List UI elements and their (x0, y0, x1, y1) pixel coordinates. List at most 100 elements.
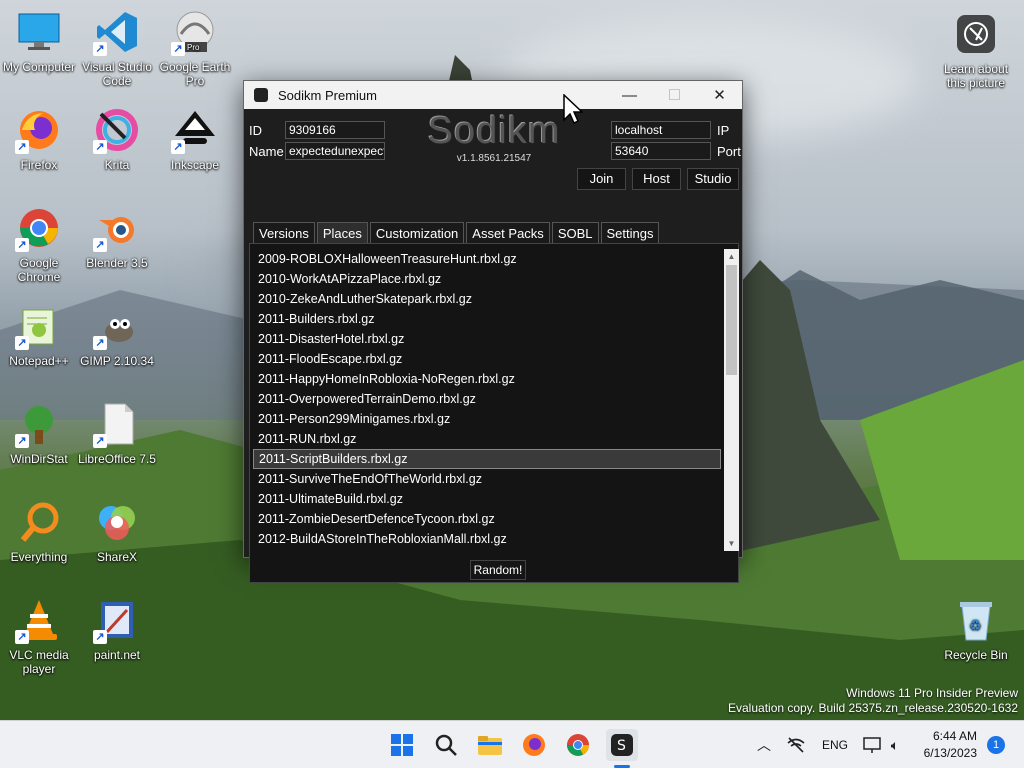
list-item[interactable]: 2011-ZombieDesertDefenceTycoon.rbxl.gz (253, 509, 721, 529)
list-item[interactable]: 2011-OverpoweredTerrainDemo.rbxl.gz (253, 389, 721, 409)
ip-label: IP (717, 123, 730, 138)
svg-text:♻: ♻ (969, 618, 982, 634)
clock-date[interactable]: 6/13/2023 (915, 746, 977, 760)
speaker-icon: 🔈︎ (890, 736, 900, 753)
shortcut-arrow-icon: ↗ (171, 42, 185, 56)
list-item[interactable]: 2011-Builders.rbxl.gz (253, 309, 721, 329)
show-hidden-icons-button[interactable]: ︿ (752, 729, 776, 761)
list-item[interactable]: 2010-WorkAtAPizzaPlace.rbxl.gz (253, 269, 721, 289)
list-item[interactable]: 2010-ZekeAndLutherSkatepark.rbxl.gz (253, 289, 721, 309)
list-item[interactable]: 2011-FloodEscape.rbxl.gz (253, 349, 721, 369)
desktop-icon-inkscape[interactable]: ↗ Inkscape (156, 106, 234, 172)
ip-field[interactable]: localhost (611, 121, 711, 139)
close-button[interactable]: ✕ (697, 81, 742, 109)
everything-icon (15, 498, 63, 546)
id-label: ID (249, 123, 262, 138)
notification-badge[interactable]: 1 (987, 736, 1005, 754)
desktop-icon-gimp[interactable]: ↗ GIMP 2.10.34 (78, 302, 156, 368)
taskbar: S ︿ ENG 🔈︎ 6:44 AM 6/13/2023 1 (0, 720, 1024, 768)
studio-button[interactable]: Studio (687, 168, 739, 190)
monitor-icon (863, 737, 881, 753)
list-item[interactable]: 2011-SurviveTheEndOfTheWorld.rbxl.gz (253, 469, 721, 489)
desktop-icon-windirstat[interactable]: ↗ WinDirStat (0, 400, 78, 466)
shortcut-arrow-icon: ↗ (15, 630, 29, 644)
scroll-down-icon[interactable]: ▼ (724, 536, 739, 551)
list-item[interactable]: 2011-HappyHomeInRobloxia-NoRegen.rbxl.gz (253, 369, 721, 389)
learn-about-picture[interactable]: Learn about this picture (936, 10, 1016, 90)
desktop-icon-chrome[interactable]: ↗ Google Chrome (0, 204, 78, 284)
sodikm-logo: Sodikm (427, 110, 561, 152)
taskbar-firefox[interactable] (518, 729, 550, 761)
title-bar[interactable]: Sodikm Premium — ☐ ✕ (244, 81, 742, 109)
chevron-up-icon: ︿ (757, 737, 771, 753)
tab-customization[interactable]: Customization (369, 222, 465, 244)
tab-asset-packs[interactable]: Asset Packs (466, 222, 550, 244)
random-button[interactable]: Random! (470, 560, 526, 580)
tab-versions[interactable]: Versions (253, 222, 315, 244)
list-item[interactable]: 2011-UltimateBuild.rbxl.gz (253, 489, 721, 509)
scroll-thumb[interactable] (726, 265, 737, 375)
host-button[interactable]: Host (632, 168, 681, 190)
desktop-icon-libreoffice[interactable]: ↗ LibreOffice 7.5 (78, 400, 156, 466)
taskbar-file-explorer[interactable] (474, 729, 506, 761)
list-item[interactable]: 2009-ROBLOXHalloweenTreasureHunt.rbxl.gz (253, 249, 721, 269)
tab-sobl[interactable]: SOBL (551, 222, 599, 244)
list-item[interactable]: 2012-BuildAStoreInTheRobloxianMall.rbxl.… (253, 529, 721, 549)
places-scrollbar[interactable]: ▲ ▼ (724, 249, 739, 551)
svg-text:S: S (617, 738, 626, 754)
start-button[interactable] (386, 729, 418, 761)
notepadpp-icon: ↗ (15, 302, 63, 350)
krita-icon: ↗ (93, 106, 141, 154)
window-content: ID 9309166 Name expectedunexpect Sodikm … (244, 110, 742, 583)
id-field[interactable]: 9309166 (285, 121, 385, 139)
watermark-line2: Evaluation copy. Build 25375.zn_release.… (728, 701, 1018, 715)
firefox-icon (523, 734, 545, 756)
list-item[interactable]: 2011-DisasterHotel.rbxl.gz (253, 329, 721, 349)
volume-status[interactable]: 🔈︎ (884, 729, 906, 761)
list-item[interactable]: 2011-Person299Minigames.rbxl.gz (253, 409, 721, 429)
desktop-icon-google-earth[interactable]: Pro ↗ Google Earth Pro (156, 8, 234, 88)
minimize-button[interactable]: — (607, 81, 652, 109)
tab-settings[interactable]: Settings (600, 222, 660, 244)
join-button[interactable]: Join (577, 168, 626, 190)
taskbar-sodikm[interactable]: S (606, 729, 638, 761)
shortcut-arrow-icon: ↗ (93, 630, 107, 644)
desktop-icon-firefox[interactable]: ↗ Firefox (0, 106, 78, 172)
tab-bar: Versions Places Customization Asset Pack… (253, 222, 661, 244)
minimize-icon: — (622, 86, 637, 104)
list-item[interactable]: 2011-RUN.rbxl.gz (253, 429, 721, 449)
scroll-up-icon[interactable]: ▲ (724, 249, 739, 264)
desktop-icon-recycle-bin[interactable]: ♻ Recycle Bin (936, 596, 1016, 662)
clock-time[interactable]: 6:44 AM (921, 729, 977, 743)
mouse-cursor-icon (563, 94, 583, 124)
display-status[interactable] (860, 729, 884, 761)
desktop-icon-notepadpp[interactable]: ↗ Notepad++ (0, 302, 78, 368)
maximize-button[interactable]: ☐ (652, 81, 697, 109)
libreoffice-icon: ↗ (93, 400, 141, 448)
desktop-icon-my-computer[interactable]: My Computer (0, 8, 78, 74)
network-status[interactable] (784, 729, 808, 761)
desktop-icon-paintnet[interactable]: ↗ paint.net (78, 596, 156, 662)
watermark-line1: Windows 11 Pro Insider Preview (846, 686, 1018, 700)
firefox-icon: ↗ (15, 106, 63, 154)
chrome-icon: ↗ (15, 204, 63, 252)
shortcut-arrow-icon: ↗ (93, 434, 107, 448)
port-field[interactable]: 53640 (611, 142, 711, 160)
desktop-icon-everything[interactable]: Everything (0, 498, 78, 564)
taskbar-chrome[interactable] (562, 729, 594, 761)
language-indicator[interactable]: ENG (822, 738, 848, 752)
desktop-icon-krita[interactable]: ↗ Krita (78, 106, 156, 172)
tab-places[interactable]: Places (316, 222, 368, 244)
sodikm-app-icon: S (611, 734, 633, 756)
list-item-selected[interactable]: 2011-ScriptBuilders.rbxl.gz (253, 449, 721, 469)
desktop-icon-blender[interactable]: ↗ Blender 3.5 (78, 204, 156, 270)
desktop-icon-sharex[interactable]: ShareX (78, 498, 156, 564)
places-list[interactable]: 2009-ROBLOXHalloweenTreasureHunt.rbxl.gz… (253, 249, 721, 551)
recycle-bin-icon: ♻ (952, 596, 1000, 644)
name-field[interactable]: expectedunexpect (285, 142, 385, 160)
search-button[interactable] (430, 729, 462, 761)
desktop-icon-vlc[interactable]: ↗ VLC media player (0, 596, 78, 676)
desktop-icon-vscode[interactable]: ↗ Visual Studio Code (78, 8, 156, 88)
version-label: v1.1.8561.21547 (456, 153, 532, 164)
windows-logo-icon (391, 734, 413, 756)
